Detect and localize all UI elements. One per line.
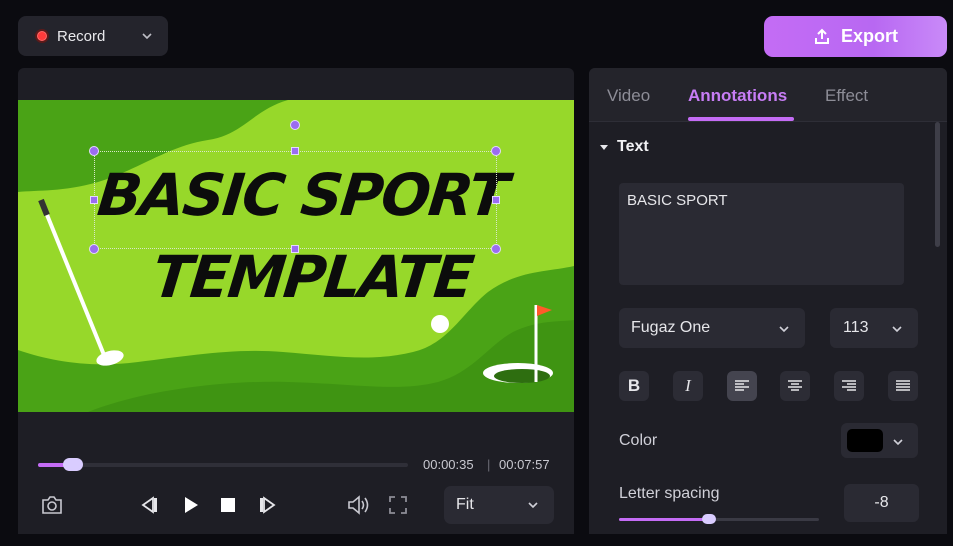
chevron-down-icon: [892, 326, 902, 333]
record-button[interactable]: Record: [18, 16, 168, 56]
align-right-button[interactable]: [834, 371, 864, 401]
step-back-icon[interactable]: [139, 496, 159, 514]
top-toolbar: Record Export: [0, 0, 953, 68]
chevron-down-icon: [528, 502, 538, 509]
total-time: 00:07:57: [499, 457, 550, 472]
video-player: BASIC SPORT TEMPLATE 00:00:35 | 00:07:57: [18, 68, 574, 534]
align-center-icon: [788, 380, 802, 391]
resize-handle-top[interactable]: [291, 147, 299, 155]
color-picker[interactable]: [841, 423, 918, 458]
chevron-down-icon: [893, 439, 903, 446]
italic-button[interactable]: I: [673, 371, 703, 401]
record-dot-icon: [35, 29, 49, 43]
timeline-progress[interactable]: [38, 458, 408, 471]
export-button[interactable]: Export: [764, 16, 947, 57]
export-label: Export: [840, 26, 898, 46]
color-swatch: [847, 429, 883, 452]
italic-icon: I: [685, 376, 691, 395]
active-tab-indicator: [688, 117, 794, 121]
letter-spacing-fill: [619, 518, 709, 521]
chevron-down-icon: [779, 326, 789, 333]
letter-spacing-label: Letter spacing: [619, 485, 720, 502]
resize-handle-bottom-right[interactable]: [491, 244, 501, 254]
color-label: Color: [619, 432, 658, 449]
resize-handle-top-right[interactable]: [491, 146, 501, 156]
panel-tabs: Video Annotations Effect: [589, 68, 947, 122]
resize-handle-left[interactable]: [90, 196, 98, 204]
step-forward-icon[interactable]: [258, 496, 278, 514]
play-icon[interactable]: [182, 496, 200, 514]
scroll-thumb[interactable]: [935, 122, 940, 247]
bold-button[interactable]: B: [619, 371, 649, 401]
rotate-handle[interactable]: [290, 120, 300, 130]
bold-icon: B: [627, 376, 641, 395]
current-time: 00:00:35: [423, 457, 474, 472]
volume-icon[interactable]: [347, 495, 371, 515]
stop-icon[interactable]: [220, 497, 236, 513]
align-left-icon: [735, 380, 749, 391]
tab-annotations[interactable]: Annotations: [688, 86, 787, 106]
resize-handle-top-left[interactable]: [89, 146, 99, 156]
fit-select[interactable]: Fit: [444, 486, 554, 524]
tab-video[interactable]: Video: [607, 86, 650, 106]
align-justify-icon: [896, 380, 910, 391]
chevron-down-icon[interactable]: [140, 29, 154, 43]
text-section-header[interactable]: Text: [599, 138, 649, 156]
resize-handle-right[interactable]: [492, 196, 500, 204]
panel-scrollbar[interactable]: [934, 122, 942, 534]
font-family-select[interactable]: Fugaz One: [619, 308, 805, 348]
letter-spacing-knob[interactable]: [702, 514, 716, 524]
tab-effect[interactable]: Effect: [825, 86, 868, 106]
letter-spacing-input[interactable]: -8: [844, 484, 919, 522]
align-left-button[interactable]: [727, 371, 757, 401]
resize-handle-bottom[interactable]: [291, 245, 299, 253]
properties-panel: Video Annotations Effect Text BASIC SPOR…: [589, 68, 947, 534]
annotation-text-input[interactable]: BASIC SPORT: [619, 183, 904, 285]
progress-knob[interactable]: [62, 458, 83, 471]
align-right-icon: [842, 380, 856, 391]
preview-canvas[interactable]: BASIC SPORT TEMPLATE: [18, 100, 574, 412]
selection-box[interactable]: [94, 151, 497, 249]
font-size-value: 113: [843, 319, 869, 336]
align-center-button[interactable]: [780, 371, 810, 401]
font-size-select[interactable]: 113: [830, 308, 918, 348]
progress-track[interactable]: [38, 463, 408, 467]
camera-icon[interactable]: [41, 495, 63, 515]
resize-handle-bottom-left[interactable]: [89, 244, 99, 254]
time-separator: |: [487, 457, 491, 472]
caret-down-icon: [600, 145, 608, 150]
fullscreen-icon[interactable]: [389, 496, 407, 514]
canvas-title-line-2[interactable]: TEMPLATE: [149, 243, 475, 311]
record-label: Record: [57, 27, 106, 45]
font-family-value: Fugaz One: [631, 319, 711, 336]
upload-icon: [814, 28, 829, 44]
fit-label: Fit: [456, 496, 474, 513]
align-justify-button[interactable]: [888, 371, 918, 401]
section-title: Text: [617, 138, 649, 155]
